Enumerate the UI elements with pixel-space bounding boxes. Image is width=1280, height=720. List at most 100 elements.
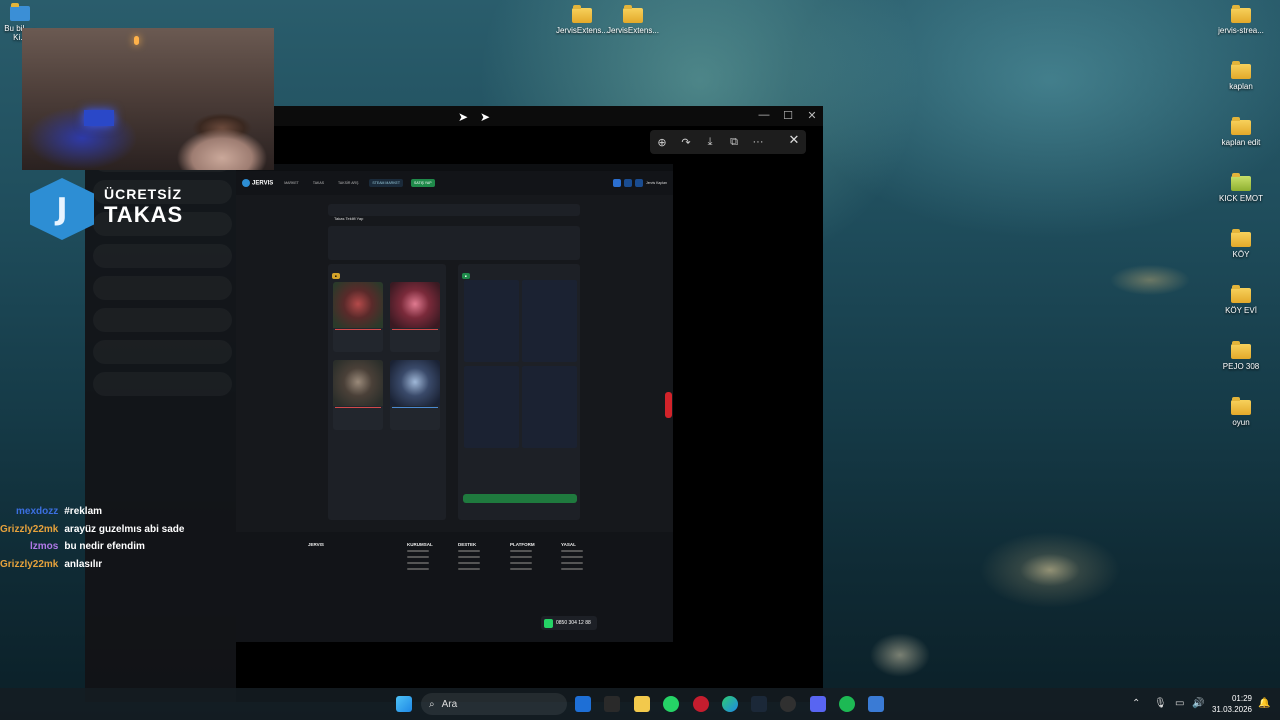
footer-link[interactable] xyxy=(407,562,429,564)
steam-icon[interactable] xyxy=(751,696,767,712)
desktop-icon-jervis-ext-2[interactable]: JervisExtens... xyxy=(598,5,668,35)
minimize-icon[interactable]: — xyxy=(754,109,774,121)
page-title: Takas Teklifi Yap xyxy=(334,216,364,221)
footer-logo[interactable]: JERVIS xyxy=(308,542,324,550)
footer-link[interactable] xyxy=(561,562,583,564)
chat-message: lzmos bu nedir efendim xyxy=(0,541,240,559)
desktop-icon-label: JervisExtens... xyxy=(606,26,659,35)
share-icon[interactable]: ⧉ xyxy=(722,136,746,149)
obs-icon[interactable] xyxy=(780,696,796,712)
site-logo[interactable]: JERVIS xyxy=(242,179,273,187)
footer-link[interactable] xyxy=(407,550,429,552)
windows-start-icon[interactable] xyxy=(396,696,412,712)
webcam-candle xyxy=(134,36,139,45)
item-card[interactable] xyxy=(333,282,383,352)
webcam-feed xyxy=(22,28,274,170)
close-window-icon[interactable]: ✕ xyxy=(802,109,822,122)
chat-text: #reklam xyxy=(64,506,103,517)
footer-link[interactable] xyxy=(561,550,583,552)
footer-link[interactable] xyxy=(458,568,480,570)
clock-date: 31.03.2026 xyxy=(1211,705,1252,714)
nav-takas[interactable]: TAKAS xyxy=(310,179,327,187)
footer-logo-text: JERVIS xyxy=(308,542,324,547)
photo-close-button[interactable]: ✕ xyxy=(783,132,805,152)
network-app-icon[interactable] xyxy=(868,696,884,712)
notification-bell-icon[interactable]: 🔔 xyxy=(1258,698,1270,709)
maximize-icon[interactable]: ☐ xyxy=(778,109,798,122)
footer-link[interactable] xyxy=(510,550,532,552)
file-icon xyxy=(10,3,30,21)
outlook-icon[interactable] xyxy=(575,696,591,712)
window-titlebar[interactable]: — ☐ ✕ xyxy=(236,106,823,126)
footer-link[interactable] xyxy=(561,568,583,570)
desktop-icon-label: kaplan edit xyxy=(1221,138,1261,147)
desktop-icon-jervis-strea[interactable]: jervis-strea... xyxy=(1206,5,1276,35)
photo-viewer-window: — ☐ ✕ ⊕ ↷ ⤓ ⧉ ··· ✕ ➤ ➤ JERVIS MARKET TA… xyxy=(236,106,823,702)
discord-icon[interactable] xyxy=(810,696,826,712)
file-explorer-icon[interactable] xyxy=(634,696,650,712)
desktop-icon-oyun[interactable]: oyun xyxy=(1206,397,1276,427)
folder-icon xyxy=(1231,61,1251,79)
footer-heading: YASAL xyxy=(561,542,576,547)
desktop-icon-kaplan-edit[interactable]: kaplan edit xyxy=(1206,117,1276,147)
their-items-tab[interactable]: ■ xyxy=(462,273,470,279)
folder-icon xyxy=(1231,397,1251,415)
wallet-icon[interactable] xyxy=(612,179,621,187)
desktop-icon-pejo-308[interactable]: PEJO 308 xyxy=(1206,341,1276,371)
footer-col-yasal: YASAL xyxy=(561,542,583,574)
footer-link[interactable] xyxy=(510,568,532,570)
item-card[interactable] xyxy=(390,360,440,430)
epic-games-icon[interactable] xyxy=(604,696,620,712)
footer-link[interactable] xyxy=(458,562,480,564)
save-icon[interactable]: ⤓ xyxy=(698,136,722,149)
zoom-in-icon[interactable]: ⊕ xyxy=(650,136,674,149)
volume-icon[interactable]: 🔊 xyxy=(1192,698,1204,709)
rotate-icon[interactable]: ↷ xyxy=(674,136,698,149)
message-icon[interactable] xyxy=(634,179,643,187)
footer-link[interactable] xyxy=(407,568,429,570)
nav-taksir[interactable]: TAKSİR ARŞ xyxy=(335,179,361,187)
footer-link[interactable] xyxy=(458,556,480,558)
desktop-icon-kick-emot[interactable]: KICK EMOT xyxy=(1206,173,1276,203)
background-row xyxy=(93,340,232,364)
footer-phone[interactable]: 0850 304 12 88 xyxy=(541,616,597,630)
site-user-name[interactable]: Jervis Kaplan xyxy=(646,181,667,185)
spotify-icon[interactable] xyxy=(839,696,855,712)
whatsapp-icon[interactable] xyxy=(663,696,679,712)
desktop-icon-koy[interactable]: KÖY xyxy=(1206,229,1276,259)
website-screenshot: JERVIS MARKET TAKAS TAKSİR ARŞ STEAM MAR… xyxy=(236,164,673,642)
more-icon[interactable]: ··· xyxy=(746,136,770,148)
notification-icon[interactable] xyxy=(623,179,632,187)
taskbar-search[interactable]: ⌕ Ara xyxy=(421,693,567,715)
desktop-icon-koy-evi[interactable]: KÖY EVİ xyxy=(1206,285,1276,315)
footer-link[interactable] xyxy=(510,562,532,564)
empty-slot[interactable] xyxy=(522,280,577,362)
folder-icon xyxy=(1231,285,1251,303)
tray-chevron-icon[interactable]: ⌃ xyxy=(1132,698,1140,709)
item-card[interactable] xyxy=(390,282,440,352)
footer-link[interactable] xyxy=(407,556,429,558)
display-icon[interactable]: ▭ xyxy=(1175,698,1184,709)
footer-link[interactable] xyxy=(561,556,583,558)
feedback-tab[interactable] xyxy=(665,392,672,418)
items-tab[interactable]: ■ xyxy=(332,273,340,279)
confirm-trade-button[interactable] xyxy=(463,494,577,503)
chat-message: mexdozz #reklam xyxy=(0,506,240,524)
opera-icon[interactable] xyxy=(693,696,709,712)
desktop-icon-kaplan[interactable]: kaplan xyxy=(1206,61,1276,91)
empty-slot[interactable] xyxy=(464,366,519,448)
item-card[interactable] xyxy=(333,360,383,430)
empty-slot[interactable] xyxy=(522,366,577,448)
taskbar-clock[interactable]: 01:29 31.03.2026 xyxy=(1208,693,1252,715)
edge-icon[interactable] xyxy=(722,696,738,712)
footer-link[interactable] xyxy=(458,550,480,552)
footer-col-platform: PLATFORM xyxy=(510,542,535,574)
nav-sell-button[interactable]: SATIŞ YAP xyxy=(411,179,435,187)
footer-link[interactable] xyxy=(510,556,532,558)
microphone-icon[interactable]: 🎙 xyxy=(1154,698,1167,709)
chat-username: mexdozz xyxy=(16,506,59,517)
nav-steam-market[interactable]: STEAM MARKET xyxy=(369,179,404,187)
folder-icon xyxy=(623,5,643,23)
nav-market[interactable]: MARKET xyxy=(281,179,302,187)
empty-slot[interactable] xyxy=(464,280,519,362)
